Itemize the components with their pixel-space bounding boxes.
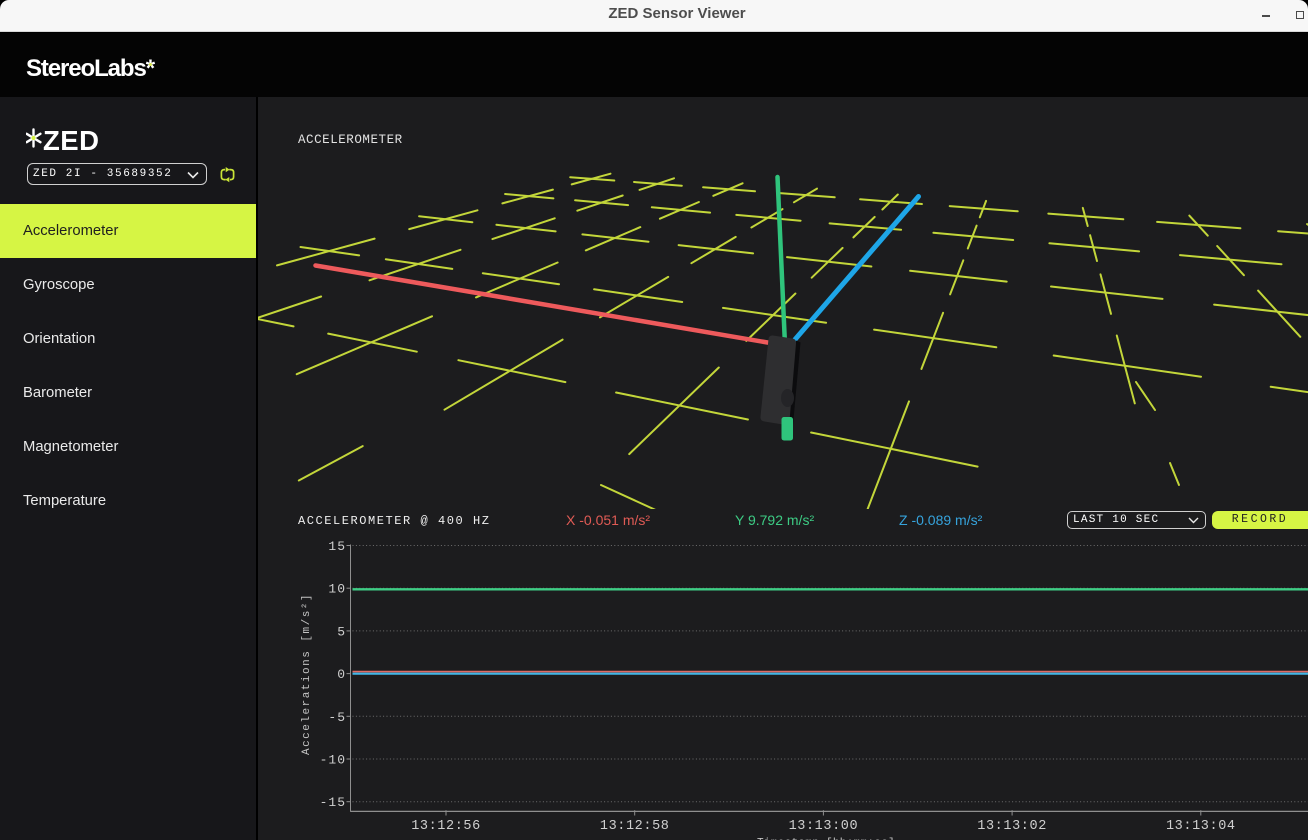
svg-text:13:13:00: 13:13:00 (789, 819, 859, 834)
svg-text:Accelerations [m/s²]: Accelerations [m/s²] (301, 593, 313, 755)
svg-text:13:13:04: 13:13:04 (1166, 819, 1236, 834)
svg-text:-5: -5 (328, 710, 346, 725)
svg-text:10: 10 (328, 582, 346, 597)
svg-text:15: 15 (328, 539, 346, 554)
svg-text:-15: -15 (320, 795, 346, 810)
svg-text:-10: -10 (320, 753, 346, 768)
svg-text:13:12:56: 13:12:56 (411, 819, 481, 834)
svg-text:13:12:58: 13:12:58 (600, 819, 670, 834)
svg-text:13:13:02: 13:13:02 (977, 819, 1047, 834)
svg-text:5: 5 (337, 624, 346, 639)
svg-text:0: 0 (337, 667, 346, 682)
